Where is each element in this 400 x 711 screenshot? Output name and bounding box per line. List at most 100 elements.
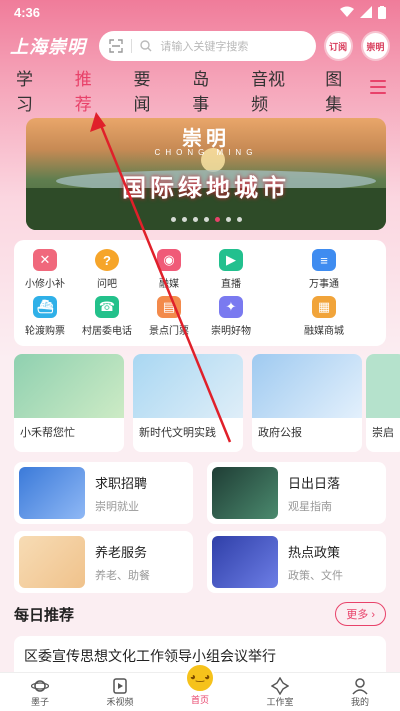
play-icon: ▶ xyxy=(219,249,243,271)
service-local-goods[interactable]: ✦ 崇明好物 xyxy=(200,293,262,340)
nav-item-studio[interactable]: 工作室 xyxy=(250,676,310,708)
card-title: 养老服务 xyxy=(95,544,148,560)
nav-item-mozi[interactable]: 墨子 xyxy=(10,677,70,708)
carousel-dot-active[interactable] xyxy=(214,217,220,222)
service-media-mall[interactable]: ▦ 融媒商城 xyxy=(262,293,386,340)
ticket-icon: ▤ xyxy=(157,296,181,318)
signal-icon xyxy=(360,6,372,18)
feature-card-civilization[interactable]: 新时代文明实践 xyxy=(133,354,243,452)
card-sunrise[interactable]: 日出日落 观星指南 xyxy=(207,462,386,524)
feature-image xyxy=(14,354,124,418)
search-placeholder: 请输入关键字搜索 xyxy=(160,41,249,53)
gift-icon: ✦ xyxy=(219,296,243,318)
services-grid: ✕ 小修小补 ? 问吧 ◉ 融媒 ▶ 直播 ≡ 万事通 ⛴ 轮渡购票 ☎ 村居委电话 ▤ 景点门… xyxy=(14,240,386,346)
banner-title: 崇明 xyxy=(182,128,230,150)
nav-item-video[interactable]: 禾视频 xyxy=(90,677,150,708)
feature-image xyxy=(252,354,362,418)
scan-icon[interactable] xyxy=(109,39,124,53)
banner-subtitle: CHONG MING xyxy=(154,148,258,157)
carousel-dot[interactable] xyxy=(225,217,231,222)
tab-island[interactable]: 岛事 xyxy=(192,65,223,115)
service-label: 景点门票 xyxy=(149,326,189,337)
home-mascot-icon: ◕‿◕ xyxy=(185,662,215,693)
carousel-dot[interactable] xyxy=(192,217,198,222)
card-title: 热点政策 xyxy=(288,544,341,560)
tab-recommend[interactable]: 推荐 xyxy=(75,65,106,124)
service-label: 轮渡购票 xyxy=(25,326,65,337)
service-label: 问吧 xyxy=(97,279,117,290)
nav-label: 首页 xyxy=(190,694,209,705)
ferry-icon: ⛴ xyxy=(33,296,57,318)
service-media[interactable]: ◉ 融媒 xyxy=(138,246,200,293)
feature-label: 政府公报 xyxy=(258,427,302,439)
shop-icon: ▦ xyxy=(312,296,336,318)
service-small-repairs[interactable]: ✕ 小修小补 xyxy=(14,246,76,293)
tab-study[interactable]: 学习 xyxy=(16,65,47,115)
studio-icon xyxy=(271,676,289,695)
carousel-dot[interactable] xyxy=(203,217,209,222)
search-divider xyxy=(131,39,133,53)
feature-card-gov-bulletin[interactable]: 政府公报 xyxy=(252,354,362,452)
service-label: 小修小补 xyxy=(25,279,65,290)
phone-icon: ☎ xyxy=(95,296,119,318)
app-header: 上海崇明 请输入关键字搜索 订阅 崇明 xyxy=(0,28,400,64)
card-subtitle: 观星指南 xyxy=(288,500,332,513)
tab-gallery[interactable]: 图集 xyxy=(325,65,356,115)
carousel-dot[interactable] xyxy=(236,217,242,222)
search-input[interactable]: 请输入关键字搜索 xyxy=(99,31,316,61)
card-title: 日出日落 xyxy=(288,475,341,491)
nav-item-home[interactable]: ◕‿◕ 首页 xyxy=(170,662,230,706)
camera-icon: ◉ xyxy=(157,249,181,271)
card-thumbnail xyxy=(212,467,278,519)
carousel-dot[interactable] xyxy=(170,217,176,222)
card-policy[interactable]: 热点政策 政策、文件 xyxy=(207,531,386,593)
question-icon: ? xyxy=(95,249,119,271)
tab-news[interactable]: 要闻 xyxy=(134,65,165,115)
channel-tabs: 学习 推荐 要闻 岛事 音视频 图集 xyxy=(0,70,400,124)
service-ferry-tickets[interactable]: ⛴ 轮渡购票 xyxy=(14,293,76,340)
service-live[interactable]: ▶ 直播 xyxy=(200,246,262,293)
hero-banner[interactable]: 崇明 CHONG MING 国际绿地城市 xyxy=(26,118,386,230)
user-icon xyxy=(352,677,368,695)
nav-label: 我的 xyxy=(350,696,369,707)
video-icon xyxy=(113,677,127,694)
banner-slogan: 国际绿地城市 xyxy=(122,175,290,202)
service-village-phone[interactable]: ☎ 村居委电话 xyxy=(76,293,138,340)
wifi-icon xyxy=(340,6,354,17)
feature-card-helper[interactable]: 小禾帮您忙 xyxy=(14,354,124,452)
service-label: 融媒 xyxy=(159,279,179,290)
service-ask[interactable]: ? 问吧 xyxy=(76,246,138,293)
card-jobs[interactable]: 求职招聘 崇明就业 xyxy=(14,462,193,524)
more-button[interactable]: 更多 › xyxy=(335,602,386,626)
search-icon xyxy=(140,40,152,52)
service-label: 万事通 xyxy=(309,279,339,290)
document-icon: ≡ xyxy=(312,249,336,271)
service-knowall[interactable]: ≡ 万事通 xyxy=(262,246,386,293)
card-subtitle: 政策、文件 xyxy=(288,569,343,582)
subscribe-button[interactable]: 订阅 xyxy=(323,31,353,61)
feature-label: 崇启 xyxy=(372,427,394,439)
feature-label: 小禾帮您忙 xyxy=(20,427,75,439)
feature-image xyxy=(366,354,400,418)
card-subtitle: 崇明就业 xyxy=(95,500,139,513)
tools-icon: ✕ xyxy=(33,249,57,271)
feature-carousel: 小禾帮您忙 新时代文明实践 政府公报 崇启 xyxy=(14,354,400,454)
status-bar: 4:36 xyxy=(0,0,400,24)
service-label: 直播 xyxy=(221,279,241,290)
feature-card-partial[interactable]: 崇启 xyxy=(366,354,400,452)
nav-label: 墨子 xyxy=(30,696,49,707)
clock: 4:36 xyxy=(14,4,41,20)
channel-menu-icon[interactable] xyxy=(370,80,386,94)
card-elderly[interactable]: 养老服务 养老、助餐 xyxy=(14,531,193,593)
nav-item-me[interactable]: 我的 xyxy=(330,677,390,708)
planet-icon xyxy=(31,679,49,692)
service-scenic-tickets[interactable]: ▤ 景点门票 xyxy=(138,293,200,340)
card-thumbnail xyxy=(19,536,85,588)
service-label: 崇明好物 xyxy=(211,326,251,337)
carousel-dot[interactable] xyxy=(181,217,187,222)
chongming-button[interactable]: 崇明 xyxy=(360,31,390,61)
tab-audio-video[interactable]: 音视频 xyxy=(251,65,297,115)
card-thumbnail xyxy=(19,467,85,519)
service-label: 村居委电话 xyxy=(82,326,132,337)
daily-section-header: 每日推荐 更多 › xyxy=(14,601,386,627)
